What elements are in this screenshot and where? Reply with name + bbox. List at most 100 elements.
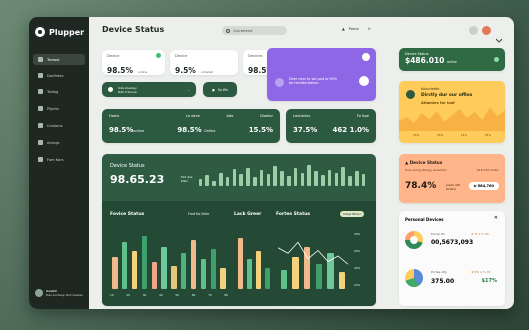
x-axis-labels: 10 20 30 40 50 60 70 80 (110, 293, 228, 297)
bar (286, 176, 291, 186)
close-icon[interactable]: ✕ (494, 215, 498, 221)
stats-b-unit: Onilna (204, 129, 216, 133)
bar (198, 178, 203, 186)
mid-status-button[interactable]: $-584,760 (468, 182, 499, 190)
x-tick-label: 10 (110, 293, 114, 297)
sidebar-item-1[interactable]: Dorfintes (33, 70, 85, 81)
header-menu[interactable]: ▲ Pome ✕ (342, 27, 371, 31)
alert-card[interactable]: Kubcrtefeh Dirctly dur our offios Atlami… (399, 81, 505, 143)
list-item-value: 375.00 (431, 278, 455, 285)
y-tick-label: 20% (354, 249, 361, 253)
y-axis-labels: 30% 20% 40% 10% (354, 232, 360, 287)
search-placeholder: Quirtetend (233, 28, 253, 33)
app-name: Plupper (49, 27, 85, 37)
calendar-icon (38, 123, 43, 128)
stats-sub: Lo dece (185, 114, 200, 118)
bar (181, 253, 187, 289)
stats-card[interactable]: Homs Lo dece Ade Dlodlor 98.5%online 98.5% … (102, 109, 280, 143)
x-tick-label: 80 (224, 293, 228, 297)
bar (259, 170, 264, 186)
device-line2: Rdk Il 5unoe (118, 89, 137, 94)
bar (293, 168, 298, 186)
sidebar-item-4[interactable]: Conloms (33, 120, 85, 131)
bar (212, 180, 216, 186)
play-button[interactable] (359, 76, 369, 86)
sidebar-item-3[interactable]: Pijonts (33, 103, 85, 114)
mid-status-value: 78.4% (405, 181, 437, 191)
stats-c-label: Dlodlor (260, 114, 273, 118)
promo-text: Deer near to we pad to 99% be heridterita… (289, 77, 337, 85)
sidebar-item-label: Conloms (47, 123, 63, 128)
bar (247, 259, 252, 289)
bar (334, 172, 339, 186)
go-button[interactable]: ● So Wn (203, 82, 237, 97)
line-chart (278, 241, 348, 265)
stats-card-2[interactable]: Lactdvins Fo ltpe 37.5% 462 1.0% (286, 109, 376, 143)
bar (314, 170, 318, 186)
bar (190, 240, 197, 289)
sidebar-item-2[interactable]: Tsdlog (33, 86, 85, 97)
grid-icon (38, 73, 43, 78)
right-status-card[interactable]: Device Status $486.010 online (399, 48, 505, 71)
kpi-card[interactable]: Device 98.5% online (102, 50, 165, 75)
sidebar-item-6[interactable]: Fom Kors (33, 154, 85, 165)
stats-e: 462 1.0% (332, 126, 369, 134)
bar (122, 242, 128, 289)
x-tick-label: 60 (191, 293, 196, 297)
bar (273, 165, 278, 186)
users-icon (38, 140, 43, 145)
bar (112, 257, 118, 289)
mid-status-card[interactable]: ▲ Device Status Inop ening shtogy slolac… (399, 154, 505, 203)
device-line1: Uda Alusdey (118, 85, 137, 90)
bar-chart-1 (110, 234, 228, 289)
page-title: Device Status (102, 25, 165, 34)
bar (131, 250, 138, 289)
search-input[interactable]: Quirtetend (222, 26, 287, 35)
list-item-tag: ★ ★ 1·% 65 (471, 232, 489, 236)
stats-b: 98.5% (177, 126, 202, 134)
sidebar-item-0[interactable]: Tsmost (33, 54, 85, 65)
y-tick-label: 10% (354, 283, 361, 287)
panel-title: Device Status (110, 163, 145, 169)
header-menu-label: Pome (348, 27, 359, 31)
close-icon[interactable]: ✕ (368, 27, 371, 31)
check-icon (156, 53, 161, 58)
device-status-panel: Device Status 98.65.23 Fsd dos Polin Fovi… (102, 154, 376, 306)
bar (265, 267, 270, 289)
stats-d: 37.5% (293, 126, 318, 134)
y-tick-label: 40% (354, 266, 361, 270)
bar (225, 176, 230, 186)
chevron-down-icon[interactable] (495, 28, 503, 43)
right-status-unit: online (447, 60, 457, 64)
avatar[interactable] (482, 26, 491, 35)
sidebar-item-5[interactable]: Amngs (33, 137, 85, 148)
bar (171, 265, 177, 289)
right-status-value: $486.010 (405, 56, 445, 65)
section-3-button[interactable]: Sdapl Billion (340, 211, 365, 217)
stats-title: Homs (109, 114, 120, 118)
personal-devices-card: Personal Devices ✕ Forcer fin ★ ★ 1·% 65… (399, 211, 505, 306)
bar (141, 236, 148, 289)
user-profile[interactable]: Aosbit Des sonteap fam loesles (35, 289, 83, 297)
sidebar-item-label: Fom Kors (47, 157, 64, 162)
avatar (35, 289, 43, 297)
go-button-label: So Wn (217, 87, 228, 92)
device-icon (108, 87, 113, 92)
bar (348, 175, 352, 186)
kpi-card[interactable]: Device 9.5% onfeded (170, 50, 238, 75)
kpi-value: 9.5% (175, 66, 196, 75)
alert-body: Dirctly dur our offios (421, 93, 473, 98)
sidebar-item-label: Tsdlog (47, 89, 59, 94)
list-item-pct: $17% (481, 278, 497, 284)
kpi-value: 98.5% (107, 66, 134, 75)
bar (280, 171, 284, 186)
promo-card[interactable]: Deer near to we pad to 99% be heridterita… (267, 48, 376, 101)
alert-icon (406, 90, 415, 99)
bar (341, 167, 346, 186)
device-select[interactable]: Uda Alusdey Rdk Il 5unoe ⌄ (102, 82, 196, 97)
y-tick-label: 30% (354, 232, 361, 236)
mid-status-title: ▲ Device Status (405, 160, 443, 165)
bar (151, 261, 157, 289)
bar (210, 248, 216, 289)
notification-icon[interactable] (469, 26, 478, 35)
